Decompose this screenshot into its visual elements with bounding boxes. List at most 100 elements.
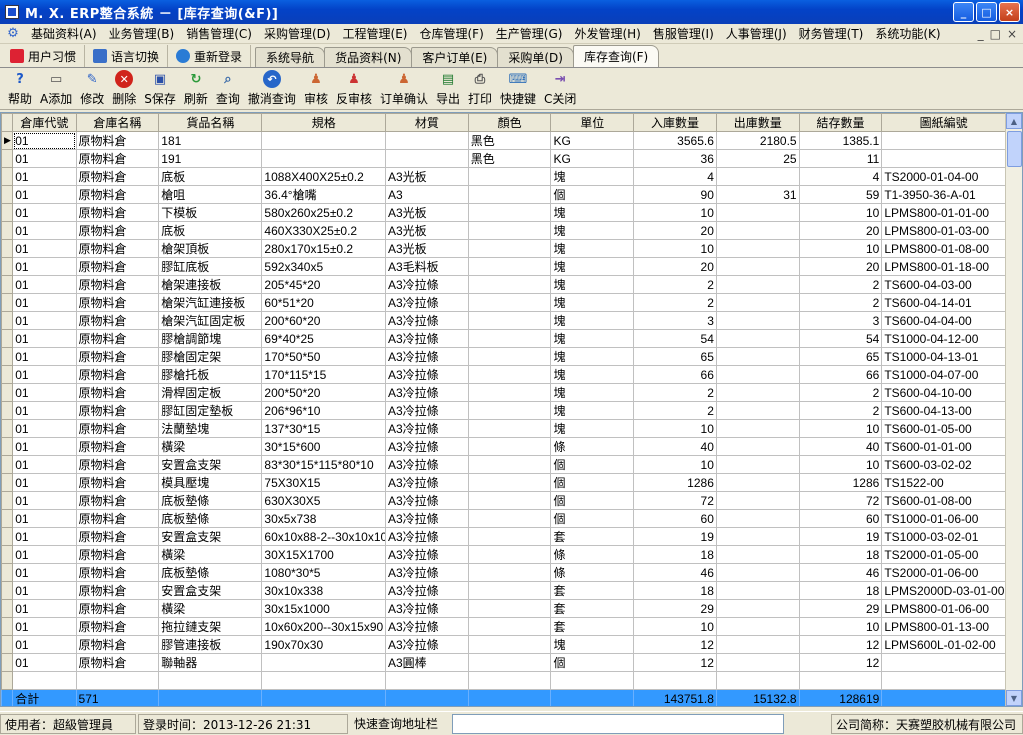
table-cell[interactable]: 原物料倉 [75,203,160,222]
vertical-scrollbar[interactable]: ▲ ▼ [1005,113,1022,706]
table-cell[interactable] [467,203,552,222]
table-cell[interactable]: 2180.5 [715,131,800,150]
table-cell[interactable]: 10 [633,239,717,258]
table-cell[interactable]: 10 [633,419,717,438]
table-row[interactable]: 01 原物料倉 拖拉鏈支架 10x60x200--30x15x90 A3冷拉條套 10 10… [1,617,1006,636]
table-cell[interactable]: 膠管連接板 [158,635,263,654]
table-cell[interactable]: 原物料倉 [75,311,160,330]
table-cell[interactable]: 206*96*10 [261,401,386,420]
table-cell[interactable] [385,149,469,168]
table-cell[interactable]: 黑色 [467,149,552,168]
table-cell[interactable]: TS1522-00 [881,473,1006,492]
table-cell[interactable]: 01 [12,419,77,438]
col-color[interactable]: 顏色 [467,113,552,132]
add-button[interactable]: ▭ A添加 [36,68,76,109]
edit-button[interactable]: ✎ 修改 [76,68,108,109]
table-cell[interactable] [467,257,552,276]
table-cell[interactable]: 54 [633,329,717,348]
table-cell[interactable]: 18 [633,581,717,600]
table-cell[interactable]: 個 [550,491,635,510]
table-cell[interactable] [467,473,552,492]
table-cell[interactable]: 630X30X5 [261,491,386,510]
table-cell[interactable]: 40 [798,437,883,456]
table-cell[interactable]: 安置盒支架 [158,527,263,546]
table-cell[interactable]: 83*30*15*115*80*10 [261,455,386,474]
table-cell[interactable]: 40 [633,437,717,456]
table-cell[interactable] [467,635,552,654]
tab-inventory-query[interactable]: 库存查询(F) [572,45,660,67]
table-cell[interactable]: 66 [633,365,717,384]
table-cell[interactable]: A3冷拉條 [385,635,469,654]
table-cell[interactable]: 29 [633,599,717,618]
table-cell[interactable]: 25 [715,149,800,168]
table-cell[interactable] [550,671,635,690]
table-cell[interactable]: 底板墊條 [158,509,263,528]
table-cell[interactable]: TS600-04-13-00 [881,401,1006,420]
table-cell[interactable]: 塊 [550,257,635,276]
table-cell[interactable]: 原物料倉 [75,383,160,402]
table-cell[interactable] [467,383,552,402]
table-row[interactable]: 01 原物料倉 膠缸底板 592x340x5 A3毛料板塊 20 20 LPMS800-01-… [1,257,1006,276]
table-cell[interactable]: TS1000-03-02-01 [881,527,1006,546]
table-cell[interactable]: 橫梁 [158,437,263,456]
table-cell[interactable] [385,131,469,150]
table-row[interactable]: 01 原物料倉 安置盒支架 83*30*15*115*80*10 A3冷拉條個 10 10 T… [1,455,1006,474]
table-cell[interactable]: 69*40*25 [261,329,386,348]
col-goods-name[interactable]: 貨品名稱 [158,113,263,132]
maximize-button[interactable]: □ [976,2,997,22]
relogin-button[interactable]: 重新登录 [168,45,252,67]
table-cell[interactable]: 280x170x15±0.2 [261,239,386,258]
table-row[interactable]: 01 原物料倉 膠槍固定架 170*50*50 A3冷拉條塊 65 65 TS1000-04-… [1,347,1006,366]
table-cell[interactable]: 12 [633,635,717,654]
table-cell[interactable] [715,509,800,528]
table-cell[interactable]: LPMS800-01-01-00 [881,203,1006,222]
table-cell[interactable]: 60x10x88-2--30x10x108-- [261,527,386,546]
table-cell[interactable]: 01 [12,581,77,600]
table-cell[interactable]: 65 [798,347,883,366]
table-cell[interactable]: 170*115*15 [261,365,386,384]
table-row[interactable]: 01 原物料倉 槍架連接板 205*45*20 A3冷拉條塊 2 2 TS600-04-03-… [1,275,1006,294]
table-cell[interactable]: 181 [158,131,263,150]
table-cell[interactable]: TS2000-01-05-00 [881,545,1006,564]
table-cell[interactable]: 01 [12,167,77,186]
table-cell[interactable]: TS600-04-04-00 [881,311,1006,330]
table-cell[interactable]: A3光板 [385,239,469,258]
table-cell[interactable]: 01 [12,257,77,276]
table-cell[interactable] [715,203,800,222]
table-cell[interactable]: LPMS800-01-03-00 [881,221,1006,240]
close-button[interactable]: × [999,2,1020,22]
unaudit-button[interactable]: ♟ 反审核 [332,68,376,109]
table-cell[interactable]: 10 [633,617,717,636]
table-cell[interactable]: 塊 [550,635,635,654]
table-cell[interactable]: 塊 [550,311,635,330]
table-row[interactable]: 01 原物料倉 膠管連接板 190x70x30 A3冷拉條塊 12 12 LPMS600L-0… [1,635,1006,654]
table-cell[interactable]: A3冷拉條 [385,491,469,510]
close-form-button[interactable]: ⇥ C关闭 [540,68,580,109]
table-cell[interactable]: 12 [633,653,717,672]
table-cell[interactable]: 19 [798,527,883,546]
table-cell[interactable]: A3冷拉條 [385,329,469,348]
table-cell[interactable] [261,149,386,168]
table-cell[interactable]: 塊 [550,239,635,258]
table-cell[interactable]: 塊 [550,383,635,402]
table-cell[interactable]: 01 [12,401,77,420]
table-cell[interactable]: 橫梁 [158,599,263,618]
table-cell[interactable]: 膠槍固定架 [158,347,263,366]
table-cell[interactable]: 2 [798,275,883,294]
menu-business[interactable]: 业务管理(B) [103,24,181,44]
table-cell[interactable]: 1088X400X25±0.2 [261,167,386,186]
table-cell[interactable]: 滑桿固定板 [158,383,263,402]
table-cell[interactable]: LPMS800-01-08-00 [881,239,1006,258]
table-cell[interactable]: 原物料倉 [75,365,160,384]
table-cell[interactable]: 20 [798,257,883,276]
table-cell[interactable]: 個 [550,509,635,528]
table-cell[interactable]: LPMS2000D-03-01-00 [881,581,1006,600]
table-cell[interactable]: 01 [12,491,77,510]
table-cell[interactable]: A3毛料板 [385,257,469,276]
table-cell[interactable] [467,455,552,474]
table-cell[interactable] [467,563,552,582]
table-cell[interactable]: 3 [633,311,717,330]
table-cell[interactable]: 原物料倉 [75,275,160,294]
table-cell[interactable]: A3冷拉條 [385,311,469,330]
table-cell[interactable]: 30X15X1700 [261,545,386,564]
